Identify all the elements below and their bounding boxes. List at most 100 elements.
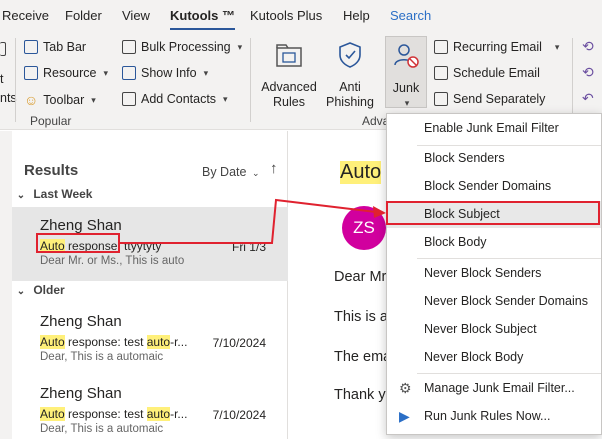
menu-item-run-junk-rules[interactable]: ▶ Run Junk Rules Now... <box>387 403 601 430</box>
resource-button[interactable]: Resource ▾ <box>24 66 108 80</box>
menu-item-label: Block Body <box>424 235 487 249</box>
subject-text: response: test <box>64 335 147 349</box>
group-label: Older <box>33 283 65 297</box>
recurring-email-button[interactable]: Recurring Email ▾ <box>434 40 559 54</box>
menu-item-block-subject[interactable]: Block Subject <box>387 201 601 228</box>
menu-item-manage-junk-filter[interactable]: ⚙ Manage Junk Email Filter... <box>387 375 601 402</box>
send-separately-label: Send Separately <box>453 92 546 106</box>
play-icon: ▶ <box>399 408 410 424</box>
bulk-processing-label: Bulk Processing <box>141 40 231 54</box>
menu-item-label: Never Block Sender Domains <box>424 294 588 308</box>
ribbon-divider <box>250 38 251 122</box>
chevron-down-icon: ⌄ <box>251 168 260 178</box>
menu-item-never-block-body[interactable]: Never Block Body <box>387 344 601 371</box>
mail-preview: Dear, This is a automaic <box>40 423 164 435</box>
resource-label: Resource <box>43 66 97 80</box>
tab-bar-icon <box>24 40 38 54</box>
sort-label: By Date <box>202 165 247 179</box>
bulk-processing-icon <box>122 40 136 54</box>
tab-folder[interactable]: Folder <box>65 8 102 23</box>
tab-help[interactable]: Help <box>343 8 370 23</box>
group-header-older[interactable]: ⌄ Older <box>12 283 288 297</box>
junk-button[interactable]: Junk ▾ <box>385 36 427 108</box>
results-list: Results By Date ⌄ ↑ ⌄ Last Week Zheng Sh… <box>12 131 288 439</box>
reading-subject: Auto <box>340 161 382 184</box>
reply-all-icon[interactable]: ⟲ <box>582 38 594 55</box>
avatar[interactable]: ZS <box>342 206 386 250</box>
mail-date: 7/10/2024 <box>212 408 266 422</box>
menu-item-block-sender-domains[interactable]: Block Sender Domains <box>387 173 601 200</box>
add-contacts-icon <box>122 92 136 106</box>
ribbon-divider <box>15 38 16 122</box>
menu-divider <box>417 373 601 374</box>
junk-person-icon <box>394 44 419 68</box>
menu-item-label: Run Junk Rules Now... <box>424 409 551 423</box>
list-item[interactable]: Zheng Shan Auto response: ttyytyty Fri 1… <box>12 207 288 281</box>
toolbar-button[interactable]: ☺ Toolbar ▾ <box>24 92 96 108</box>
toolbar-label: Toolbar <box>43 93 85 107</box>
sort-by-date-button[interactable]: By Date ⌄ <box>202 165 260 179</box>
anti-phishing-label: Anti Phishing <box>326 80 374 109</box>
sort-direction-icon[interactable]: ↑ <box>270 160 278 177</box>
tab-receive[interactable]: Receive <box>2 8 49 23</box>
add-contacts-label: Add Contacts <box>141 92 217 106</box>
schedule-email-icon <box>434 66 448 80</box>
group-label: Last Week <box>33 187 93 201</box>
sender-name: Zheng Shan <box>40 313 122 330</box>
body-line: The ema <box>334 349 392 365</box>
mail-preview: Dear, This is a automaic <box>40 351 164 363</box>
mail-preview: Dear Mr. or Ms., This is auto <box>40 255 185 267</box>
tab-search[interactable]: Search <box>390 8 431 23</box>
list-item[interactable]: Zheng Shan Auto response: test auto-r...… <box>12 303 288 377</box>
advanced-rules-button[interactable]: Advanced Rules <box>260 40 318 110</box>
advanced-rules-label: Advanced Rules <box>261 80 317 109</box>
menu-item-never-block-sender-domains[interactable]: Never Block Sender Domains <box>387 288 601 315</box>
mail-date: 7/10/2024 <box>212 336 266 350</box>
anti-phishing-button[interactable]: Anti Phishing <box>322 40 378 110</box>
gear-icon: ⚙ <box>399 380 412 396</box>
send-separately-button[interactable]: Send Separately <box>434 92 545 106</box>
show-info-icon <box>122 66 136 80</box>
menu-item-never-block-senders[interactable]: Never Block Senders <box>387 260 601 287</box>
subject-line: Auto response: test auto-r... <box>40 407 187 421</box>
partial-icon <box>0 42 6 56</box>
menu-item-block-senders[interactable]: Block Senders <box>387 145 601 172</box>
tab-kutools[interactable]: Kutools ™ <box>170 8 235 30</box>
left-strip <box>0 131 12 439</box>
chevron-down-icon: ▾ <box>91 94 96 105</box>
folder-rules-icon <box>276 44 302 67</box>
search-highlight: auto <box>146 335 171 349</box>
menu-item-enable-junk-filter[interactable]: Enable Junk Email Filter <box>387 115 601 142</box>
subject-text: response: ttyytyty <box>64 239 162 253</box>
chevron-down-icon: ▾ <box>103 67 109 78</box>
tab-view[interactable]: View <box>122 8 150 23</box>
subject-text: -r... <box>170 407 188 421</box>
recurring-email-label: Recurring Email <box>453 40 542 54</box>
tab-bar-button[interactable]: Tab Bar <box>24 40 86 54</box>
smiley-icon: ☺ <box>24 92 39 108</box>
schedule-email-button[interactable]: Schedule Email <box>434 66 540 80</box>
group-header-last-week[interactable]: ⌄ Last Week <box>12 187 288 201</box>
reply-icon[interactable]: ⟲ <box>582 64 594 81</box>
tab-kutools-plus[interactable]: Kutools Plus <box>250 8 322 23</box>
menu-item-label: Never Block Subject <box>424 322 537 336</box>
menu-item-label: Block Subject <box>424 207 500 221</box>
menu-item-block-body[interactable]: Block Body <box>387 229 601 256</box>
add-contacts-button[interactable]: Add Contacts ▾ <box>122 92 228 106</box>
junk-label: Junk <box>392 81 420 95</box>
show-info-button[interactable]: Show Info ▾ <box>122 66 208 80</box>
results-title: Results <box>24 162 79 179</box>
chevron-down-icon: ▾ <box>404 98 410 108</box>
menu-item-label: Block Senders <box>424 151 505 165</box>
search-highlight: Auto <box>40 407 65 421</box>
menu-item-label: Manage Junk Email Filter... <box>424 381 575 395</box>
cut-label-1: t <box>0 72 4 86</box>
undo-icon[interactable]: ↶ <box>582 90 594 107</box>
subject-text: -r... <box>170 335 188 349</box>
schedule-email-label: Schedule Email <box>453 66 540 80</box>
chevron-down-icon: ▾ <box>237 41 243 52</box>
list-item[interactable]: Zheng Shan Auto response: test auto-r...… <box>12 375 288 439</box>
menu-item-never-block-subject[interactable]: Never Block Subject <box>387 316 601 343</box>
subject-text: response: test <box>64 407 147 421</box>
bulk-processing-button[interactable]: Bulk Processing ▾ <box>122 40 242 54</box>
